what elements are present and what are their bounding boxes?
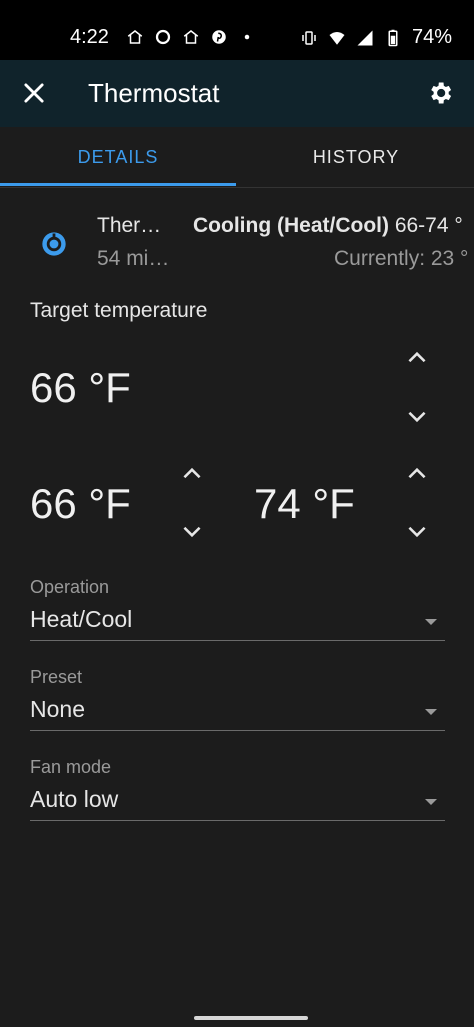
fan-mode-select[interactable]: Auto low — [30, 786, 118, 813]
dropdown-arrow-icon[interactable] — [424, 797, 438, 807]
notification-icons — [126, 28, 256, 46]
gesture-nav-handle[interactable] — [194, 1016, 308, 1020]
last-changed: 54 mi… — [97, 247, 170, 270]
dropdown-arrow-icon[interactable] — [424, 617, 438, 627]
preset-select[interactable]: None — [30, 696, 85, 723]
wifi-icon — [329, 31, 345, 45]
target-temperature-high: 74 °F — [254, 480, 355, 527]
dropdown-arrow-icon[interactable] — [424, 707, 438, 717]
chevron-down-icon[interactable] — [404, 403, 430, 429]
status-time: 4:22 — [70, 26, 109, 48]
target-temperature-value: 66 °F — [30, 364, 131, 411]
operation-select[interactable]: Heat/Cool — [30, 606, 132, 633]
page-title: Thermostat — [88, 78, 220, 108]
target-temperature-low: 66 °F — [30, 480, 131, 527]
preset-underline — [30, 730, 445, 731]
gear-icon[interactable] — [426, 79, 454, 107]
home-icon — [127, 30, 143, 44]
active-tab-indicator — [0, 183, 236, 186]
chevron-down-icon[interactable] — [179, 518, 205, 544]
pinterest-icon — [212, 30, 226, 44]
close-icon[interactable] — [20, 79, 48, 107]
state-range: 66-74 ° — [394, 214, 463, 237]
fan-mode-underline — [30, 820, 445, 821]
tab-bar: DETAILS HISTORY — [0, 127, 474, 188]
chevron-up-icon[interactable] — [404, 345, 430, 371]
thermostat-icon — [42, 232, 66, 256]
status-bar: 4:22 74% — [0, 0, 474, 60]
battery-icon — [388, 29, 398, 46]
tab-details[interactable]: DETAILS — [0, 127, 236, 187]
entity-name[interactable]: Ther… — [97, 214, 161, 238]
target-temperature-label: Target temperature — [30, 299, 208, 322]
preset-label: Preset — [30, 667, 83, 687]
vibrate-icon — [302, 30, 316, 45]
current-temperature: Currently: 23 ° — [334, 247, 469, 270]
chevron-up-icon[interactable] — [179, 461, 205, 487]
alexa-icon — [155, 29, 171, 45]
dot-icon — [244, 34, 250, 40]
fan-mode-label: Fan mode — [30, 757, 112, 777]
operation-underline — [30, 640, 445, 641]
operation-label: Operation — [30, 577, 110, 597]
system-status: 74% — [300, 26, 452, 49]
signal-icon — [357, 30, 373, 45]
chevron-up-icon[interactable] — [404, 461, 430, 487]
battery-percent: 74% — [411, 26, 452, 48]
entity-state: Cooling (Heat/Cool) 66-74 ° — [193, 214, 463, 238]
app-bar: Thermostat — [0, 60, 474, 127]
home-icon — [183, 30, 199, 44]
state-mode: Cooling (Heat/Cool) — [193, 214, 389, 237]
tab-history[interactable]: HISTORY — [238, 127, 474, 187]
chevron-down-icon[interactable] — [404, 518, 430, 544]
